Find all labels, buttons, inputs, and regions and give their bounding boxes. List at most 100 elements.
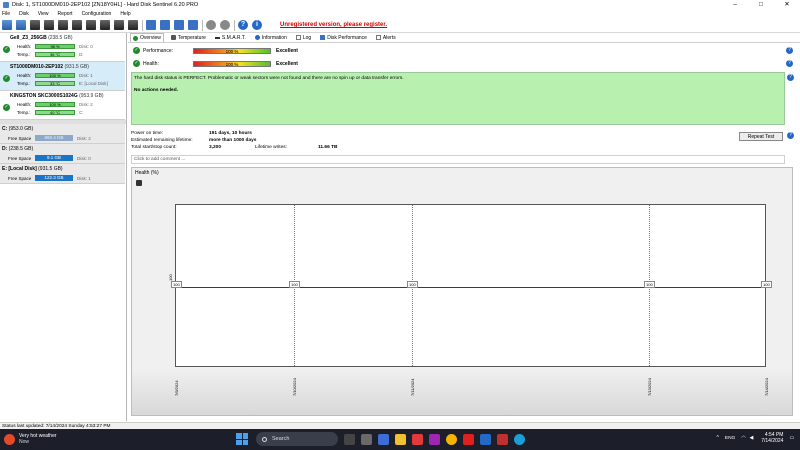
tab-information[interactable]: Information [253, 33, 289, 42]
teams-icon[interactable] [378, 433, 389, 445]
window-controls: – □ ✕ [722, 0, 800, 10]
drive-letter: E: [Local Disk] [79, 81, 108, 86]
app-icon-purple[interactable] [429, 433, 440, 445]
network-icon[interactable] [206, 20, 216, 30]
widgets-icon[interactable] [361, 433, 372, 445]
partition-name: D: [2, 146, 8, 152]
help-icon[interactable]: ? [787, 74, 794, 81]
disk6-icon[interactable] [100, 20, 110, 30]
disk3-icon[interactable] [58, 20, 68, 30]
temp-bar: 33 °C [35, 81, 75, 86]
edge-icon[interactable] [514, 433, 525, 445]
gear-icon[interactable] [220, 20, 230, 30]
tray-chevron-icon[interactable]: ^ [717, 435, 719, 441]
tab-alerts[interactable]: Alerts [374, 33, 398, 42]
task-view-icon[interactable] [344, 433, 355, 445]
partition-item[interactable]: D: (238.5 GB) Free Space 9.1 GB Disk: 0 [0, 144, 125, 164]
partition-disk: Disk: 1 [77, 175, 91, 181]
partition-size: (953.0 GB) [8, 126, 34, 132]
performance-result: Excellent [276, 47, 298, 54]
chrome-icon[interactable] [446, 433, 457, 445]
disk4-icon[interactable] [72, 20, 82, 30]
help-icon[interactable]: ? [787, 132, 794, 139]
help-icon[interactable]: ? [786, 47, 793, 54]
temp-bar: 40 °C [35, 110, 75, 115]
window-title: Disk: 1, ST1000DM010-2EP102 [ZN18Y0HL] -… [12, 2, 199, 8]
app-icon-red[interactable] [412, 433, 423, 445]
x-tick-label: 7/9/2024 [174, 380, 179, 396]
partition-disk: Disk: 0 [77, 155, 91, 161]
minimize-button[interactable]: – [722, 0, 748, 10]
tab-temperature[interactable]: Temperature [169, 33, 208, 42]
disk-size: (931.5 GB) [64, 64, 89, 70]
language-indicator[interactable]: ENG [725, 436, 735, 441]
report-icon[interactable] [146, 20, 156, 30]
disk7-icon[interactable] [114, 20, 124, 30]
menu-configuration[interactable]: Configuration [82, 11, 112, 17]
clock-date: 7/14/2024 [761, 438, 784, 444]
disk5-icon[interactable] [86, 20, 96, 30]
taskbar-search[interactable]: Search [256, 432, 338, 446]
temp-bar: 36 °C [35, 52, 75, 57]
unregistered-link[interactable]: Unregistered version, please register. [280, 22, 387, 28]
data-label: 100 [407, 280, 418, 288]
comment-field[interactable]: Click to add comment ... [131, 155, 785, 164]
health-label: Health: [17, 102, 32, 107]
health-row: ✓ Health: 100 % Excellent ? [133, 60, 793, 67]
tab-overview[interactable]: Overview [130, 33, 164, 42]
title-bar: Disk: 1, ST1000DM010-2EP102 [ZN18Y0HL] -… [0, 0, 800, 10]
tab-log[interactable]: Log [294, 33, 313, 42]
disk-item[interactable]: Gell_Z3_256GB (238.5 GB) ✓ Health: 98 % Di… [0, 33, 125, 62]
disk-item-selected[interactable]: ST1000DM010-2EP102 (931.5 GB) ✓ Health: 1… [0, 62, 125, 91]
dash-icon [214, 36, 220, 39]
tab-disk-performance[interactable]: Disk Performance [318, 33, 369, 42]
search-icon [262, 436, 267, 442]
disk8-icon[interactable] [128, 20, 138, 30]
maximize-button[interactable]: □ [748, 0, 774, 10]
health-bar: 98 % [35, 44, 75, 49]
chart-plot-area: 100 100 7/9/2024 100 7/10/2024 100 7/11/2024 1… [168, 204, 772, 396]
hdsentinel-icon[interactable] [480, 433, 491, 445]
clock[interactable]: 4:54 PM 7/14/2024 [761, 432, 783, 444]
file-explorer-icon[interactable] [395, 433, 406, 445]
help-icon[interactable]: ? [786, 60, 793, 67]
status-message: The hard disk status is PERFECT. Problem… [134, 76, 404, 81]
partition-name: C: [2, 126, 8, 132]
tab-smart[interactable]: S.M.A.R.T. [213, 33, 248, 42]
disk-item[interactable]: KINGSTON SKC3000S1024G (953.9 GB) ✓ Heal… [0, 91, 125, 120]
help-icon[interactable]: ? [238, 20, 248, 30]
status-message-box: The hard disk status is PERFECT. Problem… [131, 72, 785, 125]
youtube-icon[interactable] [463, 433, 474, 445]
disk-name: ST1000DM010-2EP102 [10, 64, 64, 70]
menu-view[interactable]: View [38, 11, 49, 17]
temp-label: Temp.: [17, 110, 31, 115]
menu-file[interactable]: File [2, 11, 10, 17]
menu-disk[interactable]: Disk [19, 11, 29, 17]
settings-icon[interactable] [188, 20, 198, 30]
close-button[interactable]: ✕ [774, 0, 800, 10]
disk-refresh-icon[interactable] [16, 20, 26, 30]
notification-icon[interactable]: ▭ [789, 436, 794, 441]
disk2-icon[interactable] [44, 20, 54, 30]
start-button[interactable] [236, 433, 248, 445]
partition-item[interactable]: E: [Local Disk] (931.5 GB) Free Space 122… [0, 164, 125, 184]
disk-tools-icon[interactable] [174, 20, 184, 30]
repeat-test-button[interactable]: Repeat Test [739, 132, 783, 141]
menu-help[interactable]: Help [120, 11, 130, 17]
upload-icon[interactable] [160, 20, 170, 30]
info-icon[interactable]: i [252, 20, 262, 30]
data-label: 100 [171, 280, 182, 288]
disk1-icon[interactable] [30, 20, 40, 30]
free-space-label: Free Space [8, 175, 32, 181]
save-icon[interactable] [136, 180, 142, 186]
refresh-icon[interactable] [2, 20, 12, 30]
writes-value: 11.66 TB [318, 145, 338, 150]
menu-report[interactable]: Report [58, 11, 73, 17]
tab-label: S.M.A.R.T. [221, 34, 246, 41]
partition-item[interactable]: C: (953.0 GB) Free Space 860.4 GB Disk: 2 [0, 124, 125, 144]
x-tick-label: 7/10/2024 [292, 378, 297, 396]
app-icon-flag[interactable] [497, 433, 508, 445]
weather-widget[interactable]: Very hot weather Now [4, 433, 57, 445]
wifi-icon[interactable]: ◠ [741, 436, 745, 441]
speaker-icon[interactable]: ◀ [750, 436, 754, 441]
